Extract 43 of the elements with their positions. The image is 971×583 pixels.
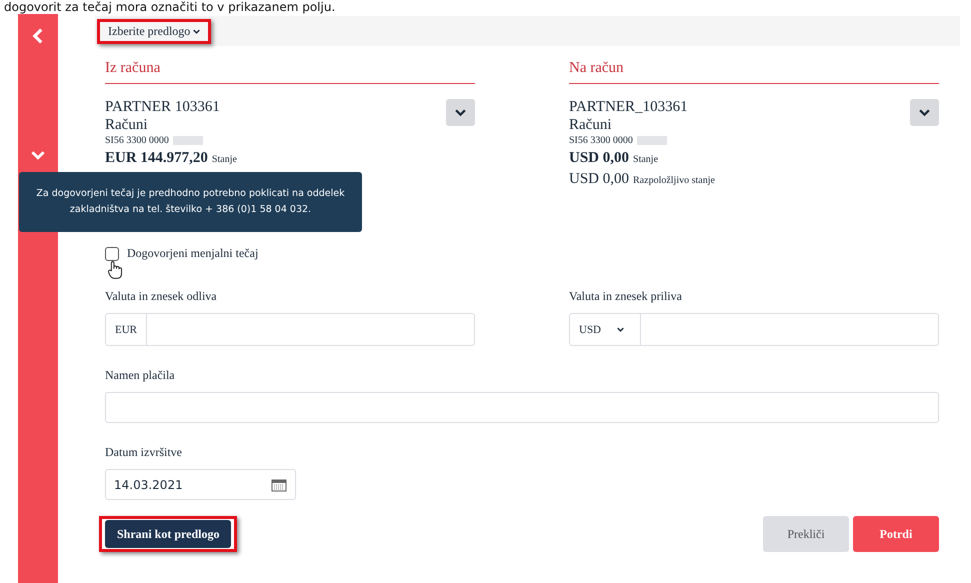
account-dropdown-button[interactable]	[910, 99, 939, 126]
account-type: Računi	[105, 117, 148, 134]
purpose-field[interactable]	[105, 392, 939, 423]
field-label: Namen plačila	[105, 368, 176, 383]
balance-amount: EUR 144.977,20	[105, 150, 208, 167]
balance-label: Stanje	[212, 154, 237, 165]
currency-dropdown[interactable]: USD	[569, 313, 641, 346]
date-field[interactable]: 14.03.2021	[105, 469, 296, 500]
action-button[interactable]: Prekliči	[763, 516, 849, 552]
tooltip: Za dogovorjeni tečaj je predhodno potrebno poklicati na oddelek zakladništva na tel. številko + 386 (0)1 58 04 032.	[19, 172, 362, 232]
caret-icon	[193, 28, 200, 34]
section-heading: Iz računa	[105, 46, 475, 84]
caption-text: dogovorit za tečaj mora označiti to v prikazanem polju.	[3, 0, 336, 14]
account-type: Računi	[569, 117, 612, 134]
section-heading: Na račun	[569, 46, 939, 84]
field-label: Valuta in znesek odliva	[105, 289, 218, 304]
blurred-number	[636, 136, 667, 145]
calendar-icon	[271, 478, 287, 492]
available-amount: USD 0,00	[569, 171, 630, 188]
account-name: PARTNER 103361	[105, 99, 221, 116]
checkbox-label: Dogovorjeni menjalni tečaj	[127, 246, 258, 261]
account-number: SI56 3300 0000	[105, 135, 169, 146]
balance-label: Stanje	[633, 154, 658, 165]
field-label: Valuta in znesek priliva	[569, 289, 683, 304]
template-dropdown[interactable]: Izberite predlogo	[97, 18, 212, 44]
account-dropdown-button[interactable]	[446, 99, 475, 126]
action-button[interactable]: Potrdi	[853, 516, 939, 552]
amount-input[interactable]	[147, 313, 475, 346]
balance-amount: USD 0,00	[569, 150, 630, 167]
blurred-number	[172, 136, 203, 145]
currency-label: EUR	[105, 313, 147, 346]
amount-input[interactable]	[641, 313, 939, 346]
chevron-down-icon	[455, 107, 466, 118]
action-button[interactable]: Shrani kot predlogo	[99, 516, 238, 552]
caret-icon	[617, 326, 624, 333]
available-label: Razpoložljivo stanje	[633, 175, 715, 186]
field-label: Datum izvršitve	[105, 445, 183, 460]
date-value: 14.03.2021	[114, 478, 183, 492]
chevron-down-icon	[919, 107, 930, 118]
hand-cursor-icon	[108, 261, 122, 279]
account-number: SI56 3300 0000	[569, 135, 633, 146]
account-name: PARTNER_103361	[569, 99, 689, 116]
checkbox[interactable]	[105, 246, 119, 260]
